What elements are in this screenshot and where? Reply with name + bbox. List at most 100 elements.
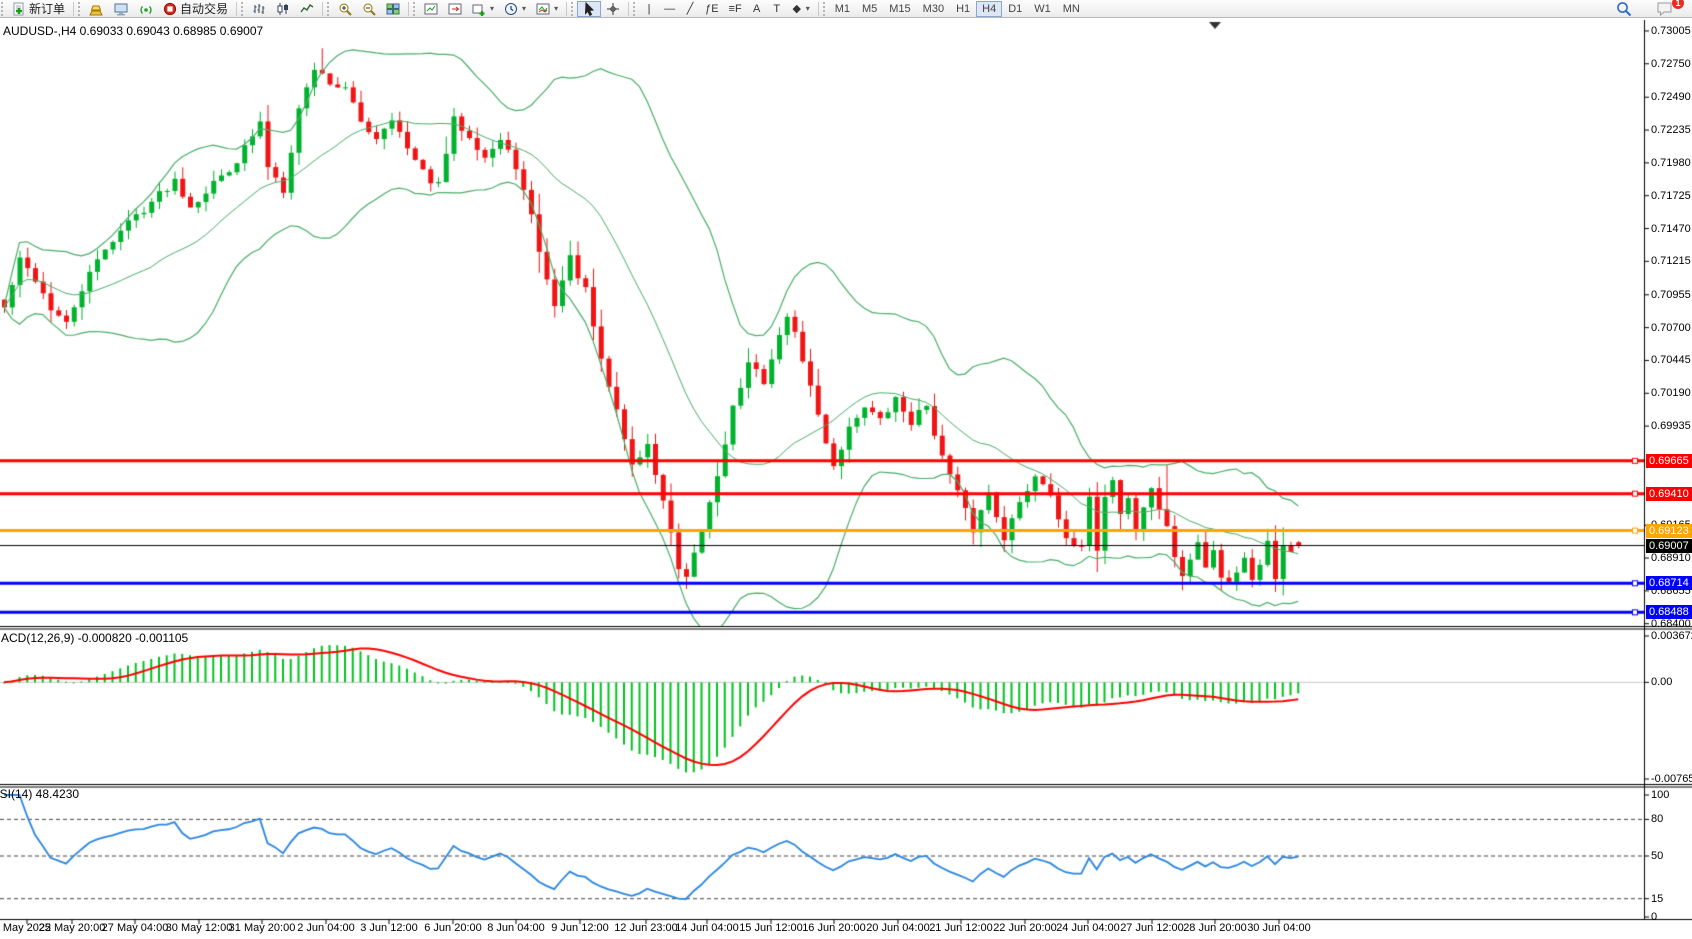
toolbar-separator [236,2,237,16]
chevron-down-icon: ▾ [522,4,526,13]
chat-icon [1656,1,1673,16]
price-tick-label: 0.72750 [1651,58,1691,70]
template-icon [536,2,550,16]
toolbar-separator [408,2,409,16]
search-icon [1616,1,1632,17]
arrows-button-glyph: ◆ [792,2,802,15]
price-tick-label: 0.71215 [1651,255,1691,267]
macd-indicator-label: MACD(12,26,9) -0.000820 -0.001105 [0,631,188,645]
terminal-button[interactable] [109,1,134,17]
zoomin-icon [338,2,352,16]
bar-chart-button[interactable] [247,1,271,17]
zoom-in-button[interactable] [333,1,357,17]
timeframe-h4[interactable]: H4 [976,1,1002,17]
toolbar-drag-handle [413,2,418,16]
arrows-button[interactable]: ◆▾ [787,1,815,17]
price-tick-label: 0.72490 [1651,91,1691,103]
time-axis-label: 22 Jun 20:00 [993,922,1057,934]
price-level-badge: 0.69410 [1646,487,1692,501]
trendline-button[interactable]: ╱ [680,1,700,17]
time-axis-label: 21 Jun 12:00 [929,922,993,934]
autotrading-button[interactable]: 自动交易 [158,1,233,17]
time-axis-label: 30 Jun 04:00 [1247,922,1311,934]
timeframe-d1[interactable]: D1 [1002,1,1028,17]
toolbar-separator [322,2,323,16]
timeframe-m5[interactable]: M5 [856,1,883,17]
vertical-line-button[interactable]: | [639,1,659,17]
gold-icon [89,2,104,16]
time-axis-label: 24 Jun 04:00 [1056,922,1120,934]
toolbar-drag-handle [823,2,828,16]
vertical-line-button-glyph: | [644,3,654,15]
main-toolbar: 新订单 自动交易 ▾ ▾ ▾ | —╱ƒE≡FAT◆▾ M1 M5M15 M30 H1H4 D1 W1 M… [0,0,1692,18]
toolbar-separator [818,2,819,16]
timeframe-m1-label: M1 [835,3,850,15]
rsi-axis-label: 100 [1651,789,1669,801]
candlestick-chart-button[interactable] [271,1,295,17]
timeframe-mn-label: MN [1063,3,1080,15]
timeframe-m1[interactable]: M1 [829,1,856,17]
notification-badge: 1 [1672,0,1684,9]
periods-button[interactable]: ▾ [499,1,531,17]
chart-ohlc-title: AUDUSD-,H4 0.69033 0.69043 0.68985 0.690… [3,24,263,38]
docplus-icon [12,2,26,16]
tile-windows-button[interactable] [381,1,405,17]
price-tick-label: 0.70700 [1651,322,1691,334]
time-axis-label: 14 Jun 04:00 [675,922,739,934]
rsi-axis-label: 80 [1651,813,1663,825]
timeframe-d1-label: D1 [1008,3,1022,15]
time-axis-label: 15 Jun 12:00 [739,922,803,934]
horizontal-line-button[interactable]: — [659,1,680,17]
time-axis-label: 25 May 20:00 [39,922,106,934]
crosshair-icon [606,2,620,16]
timeframe-h1[interactable]: H1 [950,1,976,17]
time-axis-label: 20 Jun 04:00 [866,922,930,934]
cursor-button[interactable] [577,1,601,17]
zoom-out-button[interactable] [357,1,381,17]
autotrade-icon [163,2,177,16]
toolbar-separator [566,2,567,16]
timeframe-m15[interactable]: M15 [883,1,916,17]
time-axis-label: 30 May 12:00 [166,922,233,934]
timeframe-m30[interactable]: M30 [917,1,950,17]
linechart-icon [300,2,314,16]
autotrading-button-label: 自动交易 [180,0,228,17]
toolbar-drag-handle [327,2,332,16]
fibonacci-button[interactable]: ƒE [700,1,723,17]
time-axis-label: 8 Jun 04:00 [487,922,545,934]
time-axis-label: 3 Jun 12:00 [360,922,418,934]
auto-scroll-button[interactable] [419,1,443,17]
time-axis-label: 27 May 04:00 [102,922,169,934]
new-chart-button[interactable]: ▾ [467,1,499,17]
time-axis-label: 16 Jun 20:00 [802,922,866,934]
search-button[interactable] [1611,1,1637,17]
toolbar-separator [628,2,629,16]
price-tick-label: 0.70190 [1651,387,1691,399]
time-axis-label: 2 Jun 04:00 [297,922,355,934]
channel-button[interactable]: ≡F [724,1,747,17]
rsi-indicator-label: RSI(14) 48.4230 [0,787,79,801]
price-tick-label: 0.71470 [1651,223,1691,235]
signals-button[interactable] [134,1,158,17]
price-chart-canvas[interactable] [0,18,1692,939]
templates-button[interactable]: ▾ [531,1,563,17]
timeframe-m30-label: M30 [923,3,944,15]
text-label-button[interactable]: T [767,1,787,17]
new-order-button[interactable]: 新订单 [7,1,70,17]
timeframe-mn[interactable]: MN [1057,1,1086,17]
current-price-badge: 0.69007 [1646,539,1692,553]
history-center-button[interactable] [84,1,109,17]
timeframe-w1[interactable]: W1 [1028,1,1057,17]
monitor-icon [114,2,129,16]
price-tick-label: 0.71980 [1651,157,1691,169]
chart-shift-button[interactable] [443,1,467,17]
chat-button[interactable]: 1 [1651,1,1678,17]
crosshair-button[interactable] [601,1,625,17]
line-chart-button[interactable] [295,1,319,17]
clock-icon [504,2,518,16]
price-tick-label: 0.69935 [1651,420,1691,432]
timeframe-w1-label: W1 [1034,3,1051,15]
toolbar-drag-handle [571,2,576,16]
text-button[interactable]: A [747,1,767,17]
price-level-badge: 0.69665 [1646,454,1692,468]
